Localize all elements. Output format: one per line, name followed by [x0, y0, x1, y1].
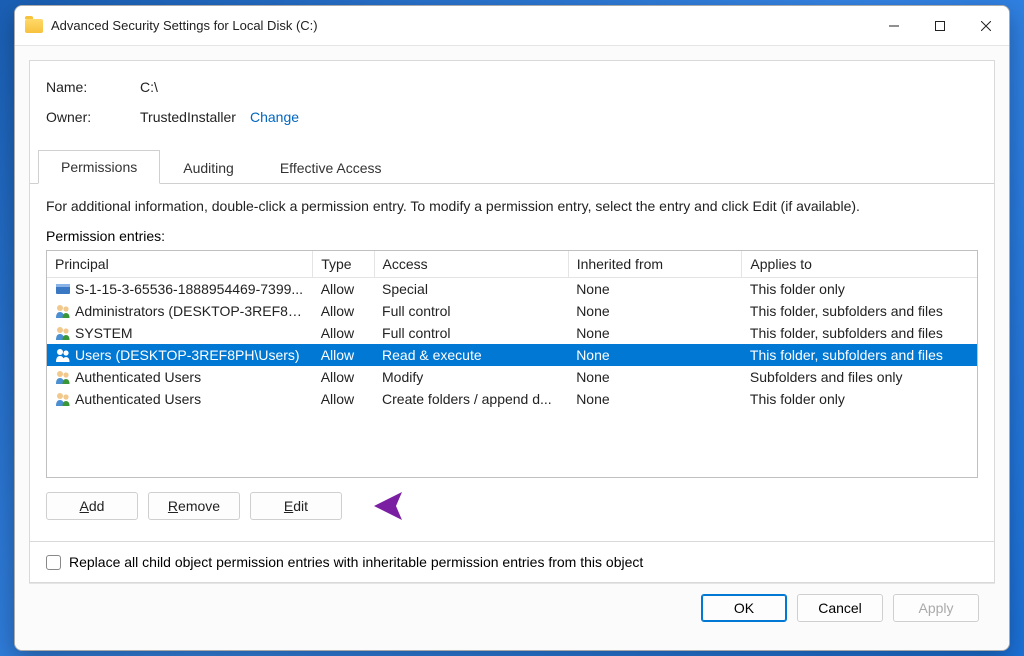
group-icon	[55, 304, 71, 318]
type-cell: Allow	[313, 278, 374, 301]
tabs: Permissions Auditing Effective Access	[30, 149, 994, 184]
applies-cell: This folder only	[742, 388, 977, 410]
change-owner-link[interactable]: Change	[250, 109, 299, 125]
table-row[interactable]: SYSTEM Allow Full control None This fold…	[47, 322, 977, 344]
titlebar: Advanced Security Settings for Local Dis…	[15, 6, 1009, 46]
ok-button[interactable]: OK	[701, 594, 787, 622]
access-cell: Full control	[374, 300, 568, 322]
inherited-cell: None	[568, 278, 742, 301]
principal-cell: Authenticated Users	[75, 369, 201, 385]
window-title: Advanced Security Settings for Local Dis…	[51, 18, 318, 33]
col-inherited[interactable]: Inherited from	[568, 251, 742, 278]
tab-body: For additional information, double-click…	[30, 184, 994, 541]
cancel-button[interactable]: Cancel	[797, 594, 883, 622]
remove-button[interactable]: Remove	[148, 492, 240, 520]
minimize-button[interactable]	[871, 6, 917, 46]
table-row[interactable]: Authenticated Users Allow Modify None Su…	[47, 366, 977, 388]
applies-cell: This folder, subfolders and files	[742, 322, 977, 344]
inherited-cell: None	[568, 388, 742, 410]
col-applies[interactable]: Applies to	[742, 251, 977, 278]
info-text: For additional information, double-click…	[46, 198, 978, 214]
tab-permissions[interactable]: Permissions	[38, 150, 160, 184]
table-row[interactable]: S-1-15-3-65536-1888954469-7399... Allow …	[47, 278, 977, 301]
inherited-cell: None	[568, 366, 742, 388]
content: Name: C:\ Owner: TrustedInstaller Change…	[15, 46, 1009, 650]
access-cell: Special	[374, 278, 568, 301]
folder-icon	[25, 19, 43, 33]
header: Name: C:\ Owner: TrustedInstaller Change	[30, 61, 994, 149]
replace-entries-checkbox[interactable]	[46, 555, 61, 570]
col-type[interactable]: Type	[313, 251, 374, 278]
principal-cell: Administrators (DESKTOP-3REF8P...	[75, 303, 307, 319]
window: Advanced Security Settings for Local Dis…	[14, 5, 1010, 651]
tab-auditing[interactable]: Auditing	[160, 151, 257, 184]
access-cell: Create folders / append d...	[374, 388, 568, 410]
type-cell: Allow	[313, 300, 374, 322]
access-cell: Read & execute	[374, 344, 568, 366]
close-button[interactable]	[963, 6, 1009, 46]
window-controls	[871, 6, 1009, 46]
table-row[interactable]: Authenticated Users Allow Create folders…	[47, 388, 977, 410]
principal-cell: Users (DESKTOP-3REF8PH\Users)	[75, 347, 300, 363]
type-cell: Allow	[313, 322, 374, 344]
table-row[interactable]: Users (DESKTOP-3REF8PH\Users) Allow Read…	[47, 344, 977, 366]
button-row: Add Remove Edit	[46, 492, 978, 520]
group-icon	[55, 392, 71, 406]
col-principal[interactable]: Principal	[47, 251, 313, 278]
type-cell: Allow	[313, 344, 374, 366]
applies-cell: Subfolders and files only	[742, 366, 977, 388]
type-cell: Allow	[313, 366, 374, 388]
replace-entries-row: Replace all child object permission entr…	[30, 541, 994, 582]
inherited-cell: None	[568, 322, 742, 344]
maximize-button[interactable]	[917, 6, 963, 46]
tab-effective-access[interactable]: Effective Access	[257, 151, 405, 184]
applies-cell: This folder only	[742, 278, 977, 301]
footer: OK Cancel Apply	[29, 583, 995, 636]
replace-entries-label: Replace all child object permission entr…	[69, 554, 643, 570]
add-button[interactable]: Add	[46, 492, 138, 520]
applies-cell: This folder, subfolders and files	[742, 344, 977, 366]
applies-cell: This folder, subfolders and files	[742, 300, 977, 322]
table-row[interactable]: Administrators (DESKTOP-3REF8P... Allow …	[47, 300, 977, 322]
group-icon	[55, 370, 71, 384]
app-icon	[55, 282, 71, 296]
edit-button[interactable]: Edit	[250, 492, 342, 520]
principal-cell: SYSTEM	[75, 325, 133, 341]
type-cell: Allow	[313, 388, 374, 410]
annotation-arrow-icon	[374, 486, 494, 526]
access-cell: Full control	[374, 322, 568, 344]
name-value: C:\	[140, 79, 158, 95]
group-icon	[55, 326, 71, 340]
principal-cell: S-1-15-3-65536-1888954469-7399...	[75, 281, 303, 297]
apply-button[interactable]: Apply	[893, 594, 979, 622]
inherited-cell: None	[568, 300, 742, 322]
col-access[interactable]: Access	[374, 251, 568, 278]
name-label: Name:	[46, 79, 140, 95]
principal-cell: Authenticated Users	[75, 391, 201, 407]
table-header-row: Principal Type Access Inherited from App…	[47, 251, 977, 278]
permission-table[interactable]: Principal Type Access Inherited from App…	[46, 250, 978, 478]
owner-label: Owner:	[46, 109, 140, 125]
entries-label: Permission entries:	[46, 228, 978, 244]
group-icon	[55, 348, 71, 362]
panel: Name: C:\ Owner: TrustedInstaller Change…	[29, 60, 995, 583]
inherited-cell: None	[568, 344, 742, 366]
access-cell: Modify	[374, 366, 568, 388]
owner-value: TrustedInstaller	[140, 109, 236, 125]
